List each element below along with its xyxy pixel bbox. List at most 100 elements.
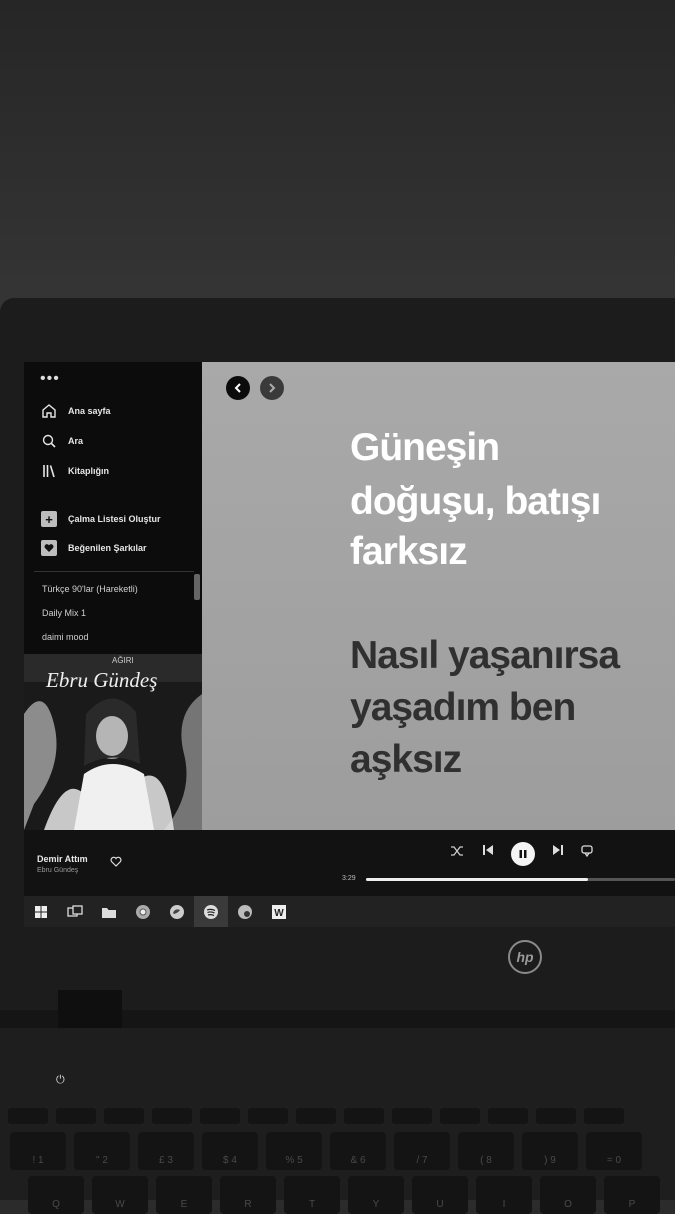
like-button[interactable] xyxy=(110,854,122,872)
key-p[interactable]: P xyxy=(604,1176,660,1214)
track-artist[interactable]: Ebru Gündeş xyxy=(37,867,78,874)
plus-icon: + xyxy=(41,511,57,527)
file-explorer-icon xyxy=(102,907,116,918)
home-icon xyxy=(40,402,58,420)
skip-forward-icon xyxy=(553,845,563,855)
function-key[interactable] xyxy=(104,1108,144,1124)
key[interactable]: ( 8 xyxy=(458,1132,514,1170)
key-symbol: " xyxy=(96,1155,100,1166)
next-button[interactable] xyxy=(552,844,564,856)
key-e[interactable]: E xyxy=(156,1176,212,1214)
edge-icon xyxy=(170,904,184,919)
key-symbol: $ xyxy=(223,1155,229,1166)
lyric-line-active[interactable]: farksız xyxy=(350,530,468,574)
back-button[interactable] xyxy=(226,376,250,400)
key-symbol: ( xyxy=(480,1155,484,1166)
key-i[interactable]: I xyxy=(476,1176,532,1214)
power-button[interactable]: ⏻ xyxy=(56,1074,65,1087)
function-key[interactable] xyxy=(584,1108,624,1124)
lyric-line[interactable]: aşksız xyxy=(350,738,462,782)
lyric-line-active[interactable]: doğuşu, batışı xyxy=(350,480,601,524)
key-r[interactable]: R xyxy=(220,1176,276,1214)
search-icon xyxy=(40,432,58,450)
key-u[interactable]: U xyxy=(412,1176,468,1214)
function-key[interactable] xyxy=(152,1108,192,1124)
key-symbol: & xyxy=(350,1155,358,1166)
camera-app-icon xyxy=(238,904,252,919)
function-key[interactable] xyxy=(8,1108,48,1124)
key[interactable]: £ 3 xyxy=(138,1132,194,1170)
microphone-icon xyxy=(581,845,593,858)
playlist-item[interactable]: Daily Mix 1 xyxy=(42,608,86,618)
lyric-line-active[interactable]: Güneşin xyxy=(350,426,500,470)
shuffle-icon xyxy=(451,846,463,856)
menu-dots-button[interactable]: ••• xyxy=(40,370,60,388)
key[interactable]: $ 4 xyxy=(202,1132,258,1170)
lyrics-view: Güneşin doğuşu, batışı farksız Nasıl yaş… xyxy=(202,362,675,830)
key-y[interactable]: Y xyxy=(348,1176,404,1214)
key-symbol: ! xyxy=(32,1155,36,1166)
progress-bar[interactable] xyxy=(366,878,675,881)
pause-button[interactable] xyxy=(511,842,535,866)
task-view-button[interactable] xyxy=(58,896,92,927)
lyrics-button[interactable] xyxy=(580,844,594,858)
key-digit: 9 xyxy=(550,1155,556,1166)
nav-library[interactable]: Kitaplığın xyxy=(40,462,109,480)
shuffle-button[interactable] xyxy=(450,844,464,858)
key-digit: 7 xyxy=(422,1155,428,1166)
key[interactable]: = 0 xyxy=(586,1132,642,1170)
svg-text:W: W xyxy=(274,908,284,919)
key-q[interactable]: Q xyxy=(28,1176,84,1214)
heart-outline-icon xyxy=(110,856,122,867)
key[interactable]: & 6 xyxy=(330,1132,386,1170)
album-cover-art[interactable]: AĞIRI Ebru Gündeş xyxy=(24,654,202,830)
file-explorer-button[interactable] xyxy=(92,896,126,927)
sidebar: ••• Ana sayfa Ara Kitaplığın + Çalma Lis… xyxy=(24,362,202,830)
sidebar-scrollbar[interactable] xyxy=(194,574,200,600)
key-t[interactable]: T xyxy=(284,1176,340,1214)
key[interactable]: ) 9 xyxy=(522,1132,578,1170)
key[interactable]: % 5 xyxy=(266,1132,322,1170)
nav-home[interactable]: Ana sayfa xyxy=(40,402,111,420)
spotify-button[interactable] xyxy=(194,896,228,927)
task-view-icon xyxy=(67,904,83,917)
lyric-line[interactable]: yaşadım ben xyxy=(350,686,576,730)
previous-button[interactable] xyxy=(482,844,494,856)
windows-start-button[interactable] xyxy=(24,896,58,927)
lyric-line[interactable]: Nasıl yaşanırsa xyxy=(350,634,620,678)
key[interactable]: " 2 xyxy=(74,1132,130,1170)
word-button[interactable]: W xyxy=(262,896,296,927)
spotify-icon xyxy=(204,904,218,919)
function-key[interactable] xyxy=(56,1108,96,1124)
nav-home-label: Ana sayfa xyxy=(68,406,111,416)
function-key[interactable] xyxy=(296,1108,336,1124)
track-title[interactable]: Demir Attım xyxy=(37,854,88,864)
function-key[interactable] xyxy=(248,1108,288,1124)
forward-button[interactable] xyxy=(260,376,284,400)
key-symbol: ) xyxy=(544,1155,548,1166)
nav-search[interactable]: Ara xyxy=(40,432,83,450)
function-key[interactable] xyxy=(440,1108,480,1124)
key-w[interactable]: W xyxy=(92,1176,148,1214)
key-digit: 4 xyxy=(231,1155,237,1166)
elapsed-time: 3:29 xyxy=(342,875,356,882)
key[interactable]: / 7 xyxy=(394,1132,450,1170)
function-key[interactable] xyxy=(200,1108,240,1124)
camera-app-button[interactable] xyxy=(228,896,262,927)
cover-artist-text: Ebru Gündeş xyxy=(46,668,158,692)
playlist-item[interactable]: daimi mood xyxy=(42,632,89,642)
function-key[interactable] xyxy=(392,1108,432,1124)
function-key[interactable] xyxy=(344,1108,384,1124)
playlist-item[interactable]: Türkçe 90'lar (Hareketli) xyxy=(42,584,138,594)
edge-button[interactable] xyxy=(160,896,194,927)
key-symbol: = xyxy=(606,1155,613,1166)
word-icon: W xyxy=(272,904,286,919)
key[interactable]: ! 1 xyxy=(10,1132,66,1170)
create-playlist-button[interactable]: + Çalma Listesi Oluştur xyxy=(40,510,161,528)
key-o[interactable]: O xyxy=(540,1176,596,1214)
function-key[interactable] xyxy=(488,1108,528,1124)
cover-top-text: AĞIRI xyxy=(112,656,134,665)
liked-songs-button[interactable]: Beğenilen Şarkılar xyxy=(40,539,147,557)
chrome-button[interactable] xyxy=(126,896,160,927)
function-key[interactable] xyxy=(536,1108,576,1124)
